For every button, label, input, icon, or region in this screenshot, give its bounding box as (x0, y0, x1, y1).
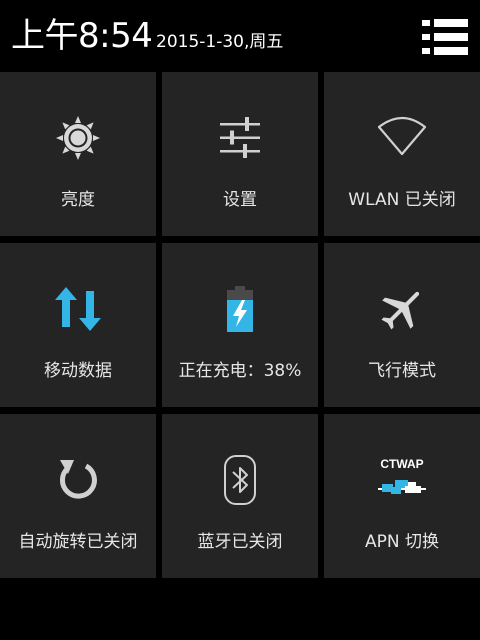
tile-settings[interactable]: 设置 (162, 72, 318, 236)
tile-auto-rotate[interactable]: 自动旋转已关闭 (0, 414, 156, 578)
tile-label: 飞行模式 (368, 361, 436, 381)
tile-brightness[interactable]: 亮度 (0, 72, 156, 236)
tile-label: WLAN 已关闭 (348, 190, 456, 210)
battery-charging-icon (214, 283, 266, 335)
date-text: 2015-1-30,周五 (156, 32, 284, 52)
settings-sliders-icon (214, 112, 266, 164)
tile-label: 设置 (223, 190, 257, 210)
tile-mobile-data[interactable]: 移动数据 (0, 243, 156, 407)
tile-wlan[interactable]: WLAN 已关闭 (324, 72, 480, 236)
clock-time: 上午8:54 (11, 16, 153, 56)
rotate-icon (52, 454, 104, 506)
tile-label: 亮度 (61, 190, 95, 210)
tile-apn[interactable]: CTWAP APN 切换 (324, 414, 480, 578)
status-header: 上午8:54 2015-1-30,周五 (0, 0, 480, 72)
airplane-icon (376, 283, 428, 335)
brightness-icon (52, 112, 104, 164)
bluetooth-icon (214, 454, 266, 506)
tile-airplane[interactable]: 飞行模式 (324, 243, 480, 407)
tile-label: 自动旋转已关闭 (18, 532, 138, 552)
apn-name: CTWAP (380, 457, 424, 471)
tile-label: 蓝牙已关闭 (197, 532, 283, 552)
tile-battery[interactable]: 正在充电：38% (162, 243, 318, 407)
tile-label: APN 切换 (364, 532, 439, 552)
tile-label: 正在充电：38% (178, 361, 302, 381)
tile-label: 移动数据 (44, 361, 112, 381)
mobile-data-icon (52, 283, 104, 335)
apn-network-icon (376, 476, 428, 502)
wifi-icon (376, 112, 428, 164)
tile-bluetooth[interactable]: 蓝牙已关闭 (162, 414, 318, 578)
list-settings-icon[interactable] (420, 16, 472, 60)
